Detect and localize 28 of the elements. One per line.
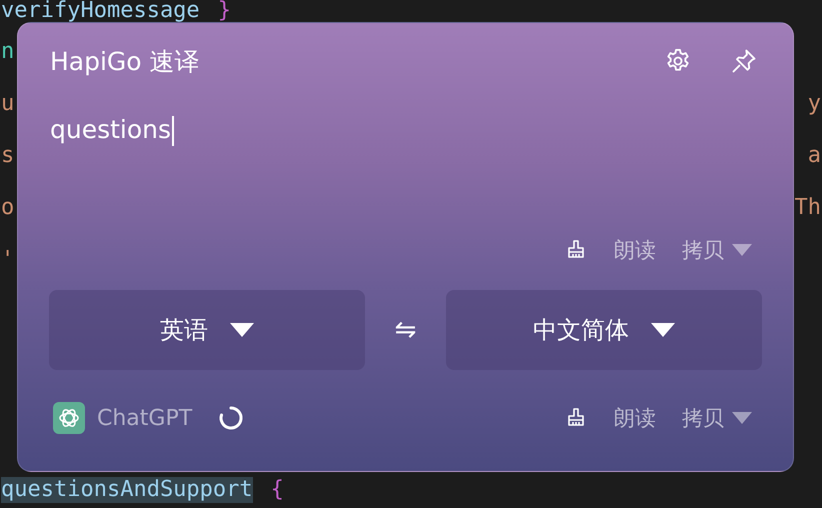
- copy-button[interactable]: 拷贝: [682, 404, 752, 432]
- code-text: y: [808, 91, 821, 117]
- code-text: o: [1, 195, 14, 221]
- window-title: HapiGo 速译: [50, 46, 200, 78]
- pin-icon[interactable]: [730, 47, 758, 75]
- input-field[interactable]: questions: [49, 111, 174, 149]
- read-aloud-button[interactable]: 朗读: [614, 404, 656, 432]
- code-text: u: [1, 91, 14, 117]
- code-text: }: [218, 0, 231, 24]
- swap-button[interactable]: ⇋: [394, 315, 416, 345]
- source-language-select[interactable]: 英语: [49, 290, 365, 370]
- read-aloud-button[interactable]: 朗读: [614, 236, 656, 264]
- caret-icon: [230, 323, 254, 337]
- caret-icon: [732, 412, 752, 424]
- engine-name: ChatGPT: [97, 406, 192, 430]
- code-text: ': [1, 247, 14, 273]
- caret-icon: [732, 244, 752, 256]
- code-text: {: [270, 477, 284, 503]
- code-text: n: [1, 39, 14, 65]
- code-text: verifyHomessage: [1, 0, 200, 24]
- code-text: a: [808, 143, 821, 169]
- copy-button[interactable]: 拷贝: [682, 236, 752, 264]
- caret-icon: [651, 323, 676, 337]
- code-text: s: [1, 143, 14, 169]
- code-text: Th: [794, 195, 821, 221]
- code-text: questionsAndSupport: [1, 477, 253, 503]
- chatgpt-logo-icon: [53, 402, 85, 434]
- target-language-select[interactable]: 中文简体: [446, 290, 762, 370]
